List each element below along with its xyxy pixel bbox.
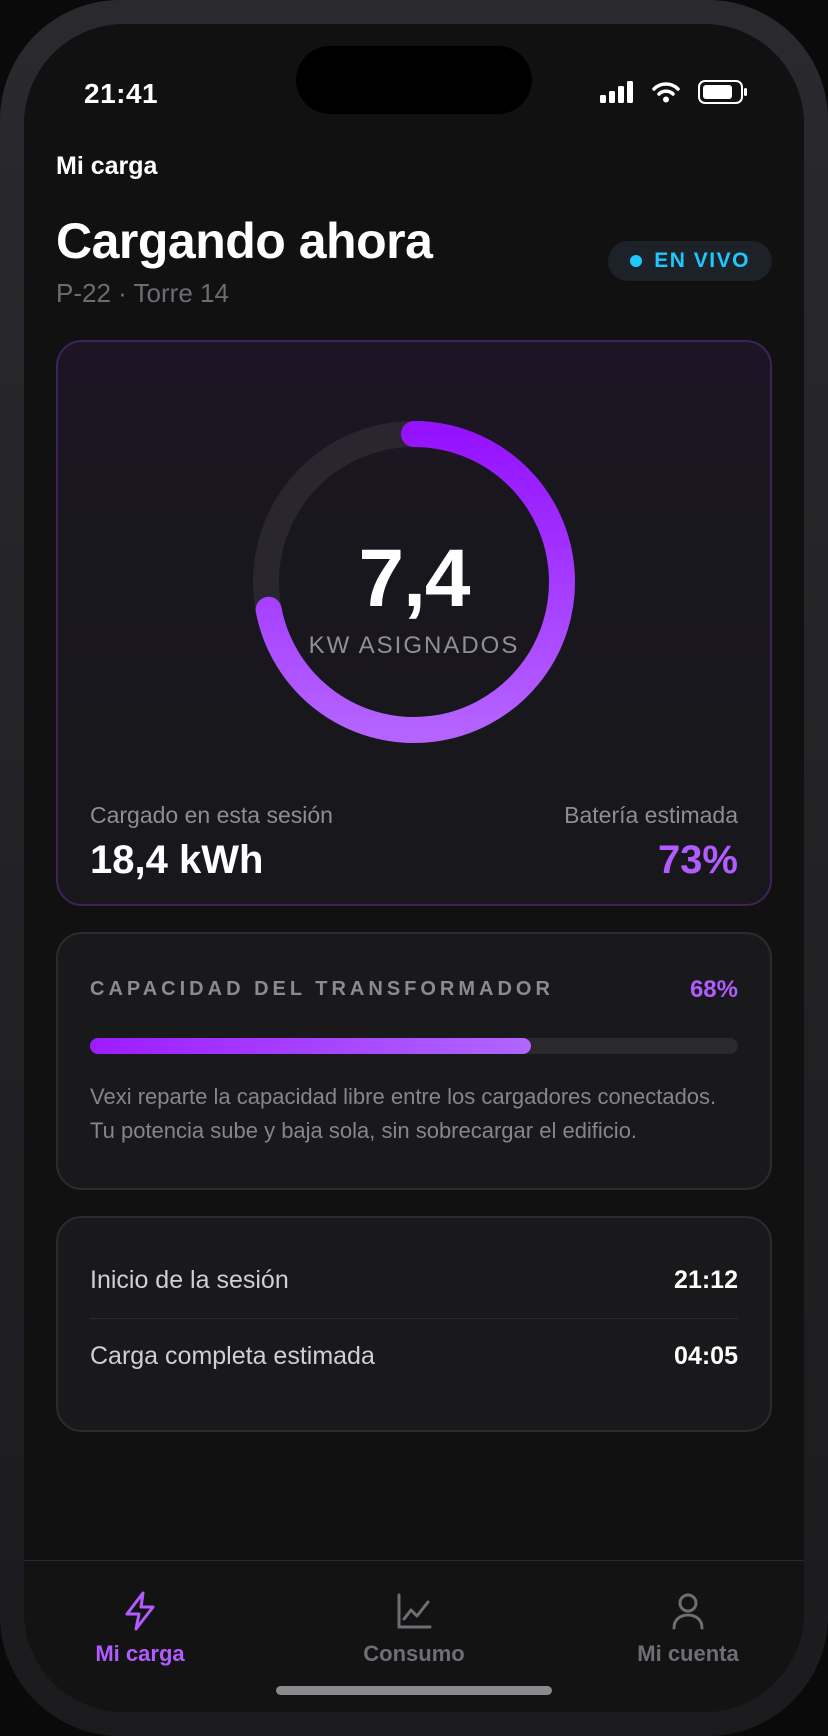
estimated-complete-value: 04:05 [674,1342,738,1370]
battery-icon [698,80,748,109]
tab-label-mi-carga: Mi carga [95,1641,185,1666]
tab-mi-cuenta[interactable]: Mi cuenta [588,1591,788,1667]
estimated-complete-label: Carga completa estimada [90,1342,375,1370]
power-card: 7,4 KW ASIGNADOS Cargado en esta sesión … [56,340,772,906]
session-energy-label: Cargado en esta sesión [90,802,333,828]
session-start-row: Inicio de la sesión 21:12 [90,1242,738,1319]
capacity-progress-bar [90,1038,738,1054]
capacity-percent: 68% [689,976,738,1003]
chart-icon [314,1591,514,1631]
transformer-capacity-card: CAPACIDAD DEL TRANSFORMADOR 68% Vexi rep… [56,932,772,1190]
estimated-complete-row: Carga completa estimada 04:05 [90,1318,738,1394]
session-start-value: 21:12 [674,1266,738,1294]
location-subtitle: P-22 · Torre 14 [56,278,229,308]
capacity-description: Vexi reparte la capacidad libre entre lo… [90,1084,717,1143]
wifi-icon [652,81,680,108]
home-indicator [276,1686,552,1695]
page-title: Cargando ahora [56,213,433,269]
app-screen: 21:41 Mi carga Cargando ahora P-22 · Tor… [24,24,804,1712]
power-unit-label: KW ASIGNADOS [308,632,520,659]
status-icons [600,80,748,109]
capacity-title: CAPACIDAD DEL TRANSFORMADOR [90,978,554,1000]
tab-consumo[interactable]: Consumo [314,1591,514,1667]
dynamic-island [296,46,532,114]
session-energy-value: 18,4 kWh [90,838,264,882]
session-start-label: Inicio de la sesión [90,1266,289,1294]
live-dot-icon [630,255,643,267]
capacity-progress-fill [90,1038,531,1054]
tab-mi-carga[interactable]: Mi carga [40,1591,240,1667]
bolt-icon [40,1591,240,1631]
status-time: 21:41 [84,78,159,109]
live-status-badge: EN VIVO [608,241,772,281]
battery-estimate-value: 73% [657,838,738,882]
user-icon [588,1591,788,1631]
breadcrumb: Mi carga [56,152,158,180]
phone-frame: 21:41 Mi carga Cargando ahora P-22 · Tor… [0,0,828,1736]
live-badge-label: EN VIVO [654,249,750,272]
tab-label-consumo: Consumo [363,1641,465,1666]
power-value: 7,4 [358,533,471,624]
cellular-signal-icon [600,81,634,108]
tab-label-mi-cuenta: Mi cuenta [637,1641,739,1666]
session-times-card: Inicio de la sesión 21:12 Carga completa… [56,1216,772,1432]
battery-estimate-label: Batería estimada [564,802,738,828]
